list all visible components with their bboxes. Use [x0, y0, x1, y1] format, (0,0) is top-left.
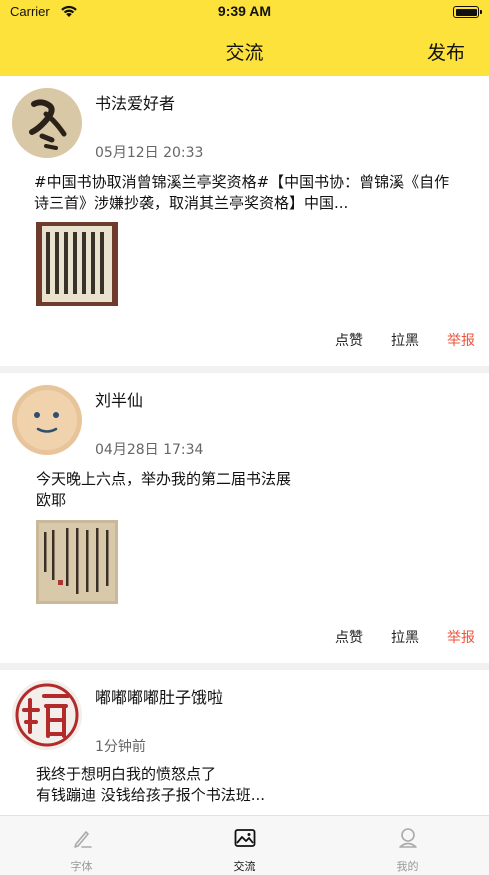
- report-button[interactable]: 举报: [447, 627, 475, 647]
- tab-label: 字体: [70, 860, 93, 873]
- post-author[interactable]: 嘟嘟嘟嘟肚子饿啦: [95, 684, 223, 708]
- profile-icon: [398, 828, 417, 848]
- calligraphy-scroll-image: [36, 222, 118, 306]
- post-text[interactable]: 我终于想明白我的愤怒点了 有钱蹦迪 没钱给孩子报个书法班...: [36, 764, 456, 806]
- post-actions: 点赞 拉黑 举报: [335, 330, 475, 350]
- status-bar: Carrier 9:39 AM: [0, 0, 489, 26]
- tab-label: 交流: [233, 860, 256, 873]
- report-button[interactable]: 举报: [447, 330, 475, 350]
- post-actions: 点赞 拉黑 举报: [335, 627, 475, 647]
- calligraphy-avatar-image: [12, 88, 82, 158]
- like-button[interactable]: 点赞: [335, 330, 363, 350]
- post-image[interactable]: [36, 520, 118, 604]
- post-author[interactable]: 刘半仙: [95, 387, 143, 411]
- block-button[interactable]: 拉黑: [391, 627, 419, 647]
- pen-icon: [73, 831, 92, 848]
- post-time: 1分钟前: [95, 739, 146, 755]
- tab-bar: 字体 交流 我的: [0, 815, 489, 875]
- picture-icon: [234, 829, 255, 847]
- publish-button[interactable]: 发布: [427, 38, 465, 65]
- seal-avatar-image: [12, 680, 82, 750]
- tab-label: 我的: [396, 860, 419, 873]
- like-button[interactable]: 点赞: [335, 627, 363, 647]
- page-title: 交流: [225, 42, 264, 64]
- status-time: 9:39 AM: [217, 3, 272, 19]
- post-author[interactable]: 书法爱好者: [95, 90, 175, 114]
- top-bar: Carrier 9:39 AM 交流 发布: [0, 0, 489, 76]
- tab-fonts[interactable]: 字体: [0, 816, 163, 875]
- post-card: 嘟嘟嘟嘟肚子饿啦 1分钟前 我终于想明白我的愤怒点了 有钱蹦迪 没钱给孩子报个书…: [0, 670, 489, 815]
- battery-icon: [453, 6, 482, 18]
- avatar[interactable]: [12, 88, 82, 158]
- post-time: 05月12日 20:33: [95, 145, 204, 161]
- calligraphy-letter-image: [36, 520, 118, 604]
- post-text[interactable]: #中国书协取消曾锦溪兰亭奖资格#【中国书协：曾锦溪《自作诗三首》涉嫌抄袭，取消其…: [34, 172, 459, 214]
- post-card: 书法爱好者 05月12日 20:33 #中国书协取消曾锦溪兰亭奖资格#【中国书协…: [0, 76, 489, 366]
- tab-exchange[interactable]: 交流: [163, 816, 326, 875]
- tab-mine[interactable]: 我的: [326, 816, 489, 875]
- avatar[interactable]: [12, 680, 82, 750]
- post-text[interactable]: 今天晚上六点，举办我的第二届书法展 欧耶: [36, 469, 456, 511]
- post-card: 刘半仙 04月28日 17:34 今天晚上六点，举办我的第二届书法展 欧耶 点赞…: [0, 373, 489, 663]
- post-time: 04月28日 17:34: [95, 442, 204, 458]
- avatar[interactable]: [12, 385, 82, 455]
- block-button[interactable]: 拉黑: [391, 330, 419, 350]
- face-avatar-image: [12, 385, 82, 455]
- post-image[interactable]: [36, 222, 118, 306]
